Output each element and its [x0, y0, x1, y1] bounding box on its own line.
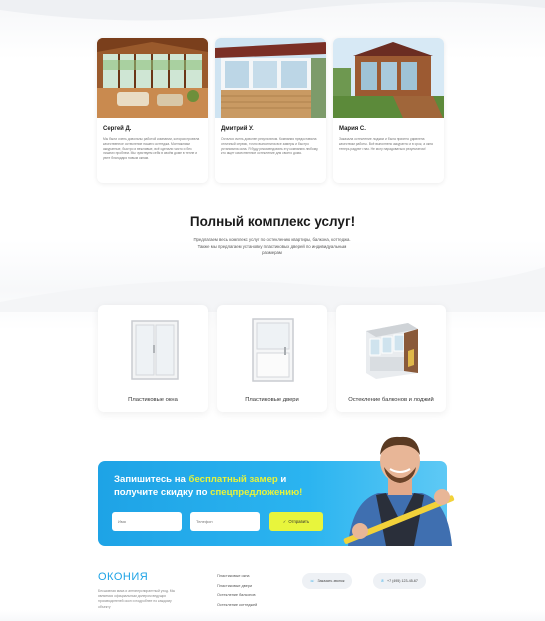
phone-icon: ✆: [381, 579, 385, 583]
phone-icon: ☏: [310, 579, 315, 583]
footer-link[interactable]: Пластиковые двери: [217, 584, 257, 588]
services-subtitle: Предлагаем весь комплекс услуг по остекл…: [193, 237, 351, 255]
reviews-section: Сергей Д. Мы были очень довольны работой…: [97, 38, 449, 183]
submit-button[interactable]: ✓ Отправить: [269, 512, 323, 531]
promo-highlight: бесплатный замер: [188, 474, 278, 485]
service-label: Пластиковые двери: [245, 397, 299, 403]
promo-highlight: спецпредложению!: [210, 487, 303, 498]
review-author: Сергей Д.: [103, 126, 132, 132]
footer-link[interactable]: Пластиковые окна: [217, 574, 257, 578]
review-photo-veranda: [97, 38, 208, 118]
promo-banner: Запишитесь на бесплатный замер и получит…: [98, 436, 455, 546]
top-wave: [0, 0, 545, 21]
review-card: Сергей Д. Мы были очень довольны работой…: [97, 38, 208, 183]
services-title: Полный комплекс услуг!: [189, 214, 356, 229]
service-label: Остекление балконов и лоджий: [348, 397, 434, 403]
phone-input[interactable]: [190, 512, 260, 531]
callback-button[interactable]: ☏ Заказать звонок: [302, 573, 353, 589]
review-text: Остался очень доволен результатом. Компа…: [221, 137, 319, 156]
review-card: Дмитрий У. Остался очень доволен результ…: [215, 38, 326, 183]
plastic-window-image: [131, 320, 179, 380]
footer-logo[interactable]: ОКОНИЯ: [98, 571, 148, 583]
check-icon: ✓: [282, 519, 287, 524]
footer-link[interactable]: Остекление балконов: [217, 593, 257, 597]
footer-link[interactable]: Остекление коттеджей: [217, 603, 257, 607]
phone-number-button[interactable]: ✆ +7 (495) 123-45-67: [373, 573, 426, 589]
review-photo-house: [333, 38, 444, 118]
worker-image: [343, 436, 455, 546]
review-text: Заказала остекление лоджии и была приятн…: [339, 137, 433, 151]
service-card-doors[interactable]: Пластиковые двери: [217, 305, 327, 412]
services-cards: Пластиковые окна Пластиковые двери Остек…: [98, 305, 448, 412]
plastic-door-image: [252, 318, 294, 382]
promo-headline: Запишитесь на бесплатный замер и получит…: [114, 474, 303, 498]
balcony-glazing-image: [366, 323, 418, 379]
name-input[interactable]: [112, 512, 182, 531]
review-author: Мария С.: [339, 126, 366, 132]
review-photo-terrace: [215, 38, 326, 118]
review-text: Мы были очень довольны работой компании,…: [103, 137, 200, 161]
footer-nav: Пластиковые окна Пластиковые двери Остек…: [217, 574, 257, 607]
review-card: Мария С. Заказала остекление лоджии и бы…: [333, 38, 444, 183]
review-author: Дмитрий У.: [221, 126, 254, 132]
footer-description: Бесшовная мика и антиперспирантный уход.…: [98, 589, 176, 609]
service-card-balconies[interactable]: Остекление балконов и лоджий: [336, 305, 446, 412]
service-card-windows[interactable]: Пластиковые окна: [98, 305, 208, 412]
service-label: Пластиковые окна: [128, 397, 178, 403]
